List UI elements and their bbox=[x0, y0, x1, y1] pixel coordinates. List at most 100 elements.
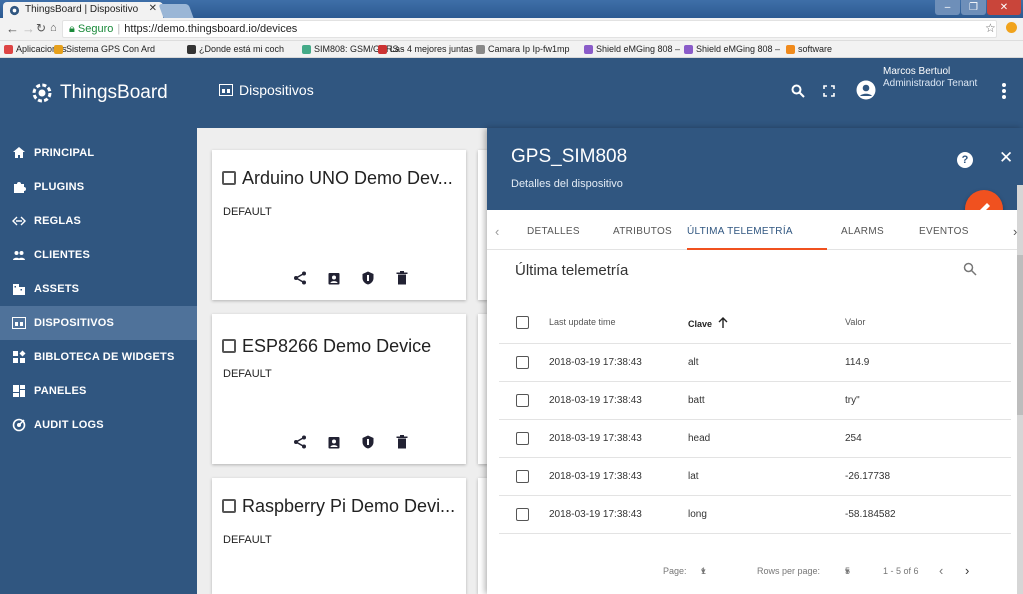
row-time: 2018-03-19 17:38:43 bbox=[549, 433, 642, 444]
tabs-prev-icon[interactable]: ‹ bbox=[495, 224, 499, 239]
help-icon[interactable]: ? bbox=[957, 152, 973, 168]
bookmark-item[interactable]: ¿Donde está mi coch bbox=[187, 44, 284, 54]
credentials-shield-icon[interactable] bbox=[360, 434, 376, 450]
bookmark-favicon-icon bbox=[54, 44, 63, 54]
home-icon[interactable]: ⌂ bbox=[50, 22, 57, 34]
assign-icon[interactable] bbox=[326, 434, 342, 450]
window-maximize-button[interactable]: ❐ bbox=[961, 0, 986, 15]
delete-icon[interactable] bbox=[394, 434, 410, 450]
sidebar-item-plugins[interactable]: PLUGINS bbox=[0, 170, 197, 204]
bookmark-label: Shield eMGing 808 – bbox=[596, 44, 681, 54]
browser-window: ThingsBoard | Dispositivo ✕ – ❐ ✕ ← → ↻ … bbox=[0, 0, 1023, 594]
sidebar-item-label: PANELES bbox=[34, 385, 87, 397]
bookmark-star-icon[interactable]: ☆ bbox=[985, 21, 996, 35]
bookmark-label: Camara Ip Ip-fw1mp bbox=[488, 44, 570, 54]
extension-icon[interactable] bbox=[1006, 22, 1017, 33]
thingsboard-favicon-icon bbox=[9, 5, 20, 16]
user-role: Administrador Tenant bbox=[883, 78, 978, 89]
column-header-value[interactable]: Valor bbox=[845, 317, 865, 327]
tab-última-telemetría[interactable]: ÚLTIMA TELEMETRÍA bbox=[687, 226, 793, 237]
back-icon[interactable]: ← bbox=[6, 21, 19, 36]
device-card[interactable]: Raspberry Pi Demo Devi... DEFAULT bbox=[212, 478, 466, 594]
window-close-button[interactable]: ✕ bbox=[987, 0, 1021, 15]
page-label: Page: bbox=[663, 566, 687, 576]
bookmark-item[interactable]: software bbox=[786, 44, 832, 54]
scrollbar-thumb[interactable] bbox=[1017, 255, 1023, 415]
table-row[interactable]: 2018-03-19 17:38:43 head 254 bbox=[499, 420, 1011, 458]
row-checkbox[interactable] bbox=[516, 508, 529, 521]
tab-close-icon[interactable]: ✕ bbox=[149, 3, 157, 14]
sidebar-item-assets[interactable]: ASSETS bbox=[0, 272, 197, 306]
brand[interactable]: ThingsBoard bbox=[0, 58, 197, 128]
sidebar-item-dispositivos[interactable]: DISPOSITIVOS bbox=[0, 306, 197, 340]
table-row[interactable]: 2018-03-19 17:38:43 alt 114.9 bbox=[499, 344, 1011, 382]
tab-alarms[interactable]: ALARMS bbox=[841, 226, 884, 237]
assign-icon[interactable] bbox=[326, 270, 342, 286]
tab-detalles[interactable]: DETALLES bbox=[527, 226, 580, 237]
fullscreen-icon[interactable] bbox=[823, 85, 835, 97]
next-page-icon[interactable]: › bbox=[965, 563, 969, 578]
browser-tab[interactable]: ThingsBoard | Dispositivo ✕ bbox=[3, 2, 163, 18]
account-icon[interactable] bbox=[856, 80, 876, 100]
share-icon[interactable] bbox=[292, 434, 308, 450]
user-info[interactable]: Marcos Bertuol Administrador Tenant bbox=[883, 66, 977, 90]
scrollbar[interactable] bbox=[1017, 185, 1023, 594]
credentials-shield-icon[interactable] bbox=[360, 270, 376, 286]
window-minimize-button[interactable]: – bbox=[935, 0, 960, 15]
sidebar-item-label: DISPOSITIVOS bbox=[34, 317, 115, 329]
tab-eventos[interactable]: EVENTOS bbox=[919, 226, 969, 237]
column-header-time[interactable]: Last update time bbox=[549, 317, 616, 327]
device-select-checkbox[interactable] bbox=[222, 499, 236, 513]
bookmark-item[interactable]: Camara Ip Ip-fw1mp bbox=[476, 44, 570, 54]
row-checkbox[interactable] bbox=[516, 470, 529, 483]
search-icon[interactable] bbox=[791, 84, 805, 98]
bookmark-item[interactable]: Sistema GPS Con Ard bbox=[54, 44, 155, 54]
tab-atributos[interactable]: ATRIBUTOS bbox=[613, 226, 672, 237]
row-checkbox[interactable] bbox=[516, 394, 529, 407]
panel-header: GPS_SIM808 Detalles del dispositivo ? ✕ bbox=[487, 128, 1023, 210]
url-bar[interactable]: 🔒︎ Seguro | https://demo.thingsboard.io/de… bbox=[62, 20, 997, 38]
puzzle-icon bbox=[12, 180, 26, 194]
sidebar-item-principal[interactable]: PRINCIPAL bbox=[0, 136, 197, 170]
close-icon[interactable]: ✕ bbox=[999, 148, 1013, 168]
bookmark-item[interactable]: Las 4 mejores juntas bbox=[378, 44, 473, 54]
device-card[interactable]: Arduino UNO Demo Dev... DEFAULT bbox=[212, 150, 466, 300]
sidebar-item-label: PLUGINS bbox=[34, 181, 85, 193]
devices-icon bbox=[12, 316, 26, 330]
row-checkbox[interactable] bbox=[516, 356, 529, 369]
new-tab-button[interactable] bbox=[158, 4, 194, 18]
more-vert-icon[interactable] bbox=[1001, 82, 1007, 100]
table-row[interactable]: 2018-03-19 17:38:43 long -58.184582 bbox=[499, 496, 1011, 534]
row-checkbox[interactable] bbox=[516, 432, 529, 445]
column-header-key[interactable]: Clave bbox=[688, 317, 728, 329]
bookmark-item[interactable]: Shield eMGing 808 – bbox=[684, 44, 780, 54]
forward-icon[interactable]: → bbox=[22, 21, 35, 36]
reload-icon[interactable]: ↻ bbox=[36, 21, 46, 35]
device-select-checkbox[interactable] bbox=[222, 339, 236, 353]
device-card-title: Arduino UNO Demo Dev... bbox=[222, 168, 453, 189]
bookmark-label: ¿Donde está mi coch bbox=[199, 44, 285, 54]
table-row[interactable]: 2018-03-19 17:38:43 lat -26.17738 bbox=[499, 458, 1011, 496]
page-title: Dispositivos bbox=[219, 82, 314, 98]
select-all-checkbox[interactable] bbox=[516, 316, 529, 329]
sidebar-item-clientes[interactable]: CLIENTES bbox=[0, 238, 197, 272]
device-type: DEFAULT bbox=[223, 368, 272, 380]
table-row[interactable]: 2018-03-19 17:38:43 batt try" bbox=[499, 382, 1011, 420]
devices-icon bbox=[219, 84, 233, 96]
table-search-icon[interactable] bbox=[963, 262, 977, 276]
previous-page-icon[interactable]: ‹ bbox=[939, 563, 943, 578]
device-card[interactable]: ESP8266 Demo Device DEFAULT bbox=[212, 314, 466, 464]
telemetry-table: Last update time Clave Valor 2018-03-19 … bbox=[499, 302, 1011, 534]
device-name: Arduino UNO Demo Dev... bbox=[242, 168, 453, 188]
bookmark-item[interactable]: Shield eMGing 808 – bbox=[584, 44, 680, 54]
share-icon[interactable] bbox=[292, 270, 308, 286]
section-title: Última telemetría bbox=[515, 262, 629, 279]
sidebar-item-paneles[interactable]: PANELES bbox=[0, 374, 197, 408]
sidebar-item-reglas[interactable]: REGLAS bbox=[0, 204, 197, 238]
device-select-checkbox[interactable] bbox=[222, 171, 236, 185]
sidebar-item-audit-logs[interactable]: AUDIT LOGS bbox=[0, 408, 197, 442]
delete-icon[interactable] bbox=[394, 270, 410, 286]
dropdown-arrow-icon: ▾ bbox=[845, 566, 850, 576]
sidebar-item-bibloteca-de-widgets[interactable]: BIBLOTECA DE WIDGETS bbox=[0, 340, 197, 374]
bookmark-label: Las 4 mejores juntas bbox=[390, 44, 474, 54]
